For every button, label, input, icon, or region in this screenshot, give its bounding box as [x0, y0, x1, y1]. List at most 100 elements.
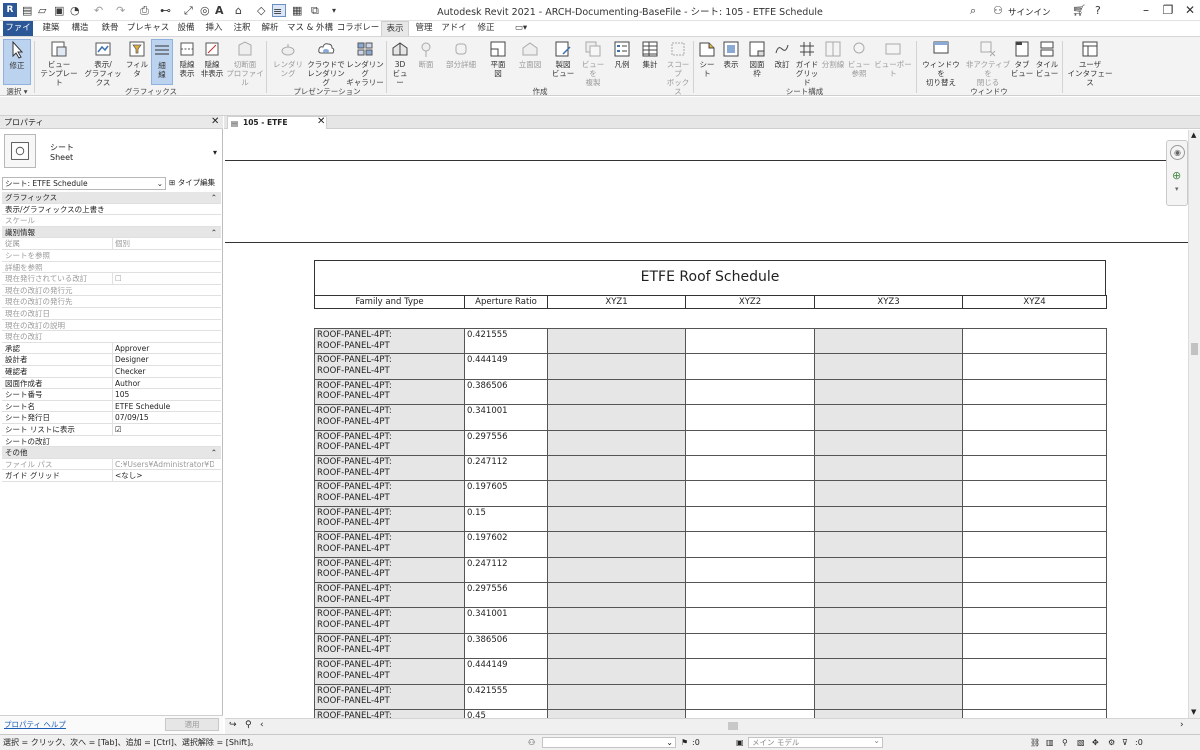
tab-view[interactable]: 表示 — [381, 21, 409, 36]
workset-dropdown[interactable]: ⌄ — [542, 737, 676, 748]
section-icon[interactable]: ◇ — [257, 4, 265, 17]
select-pinned-icon[interactable]: ⚲ — [1062, 735, 1068, 750]
property-section-header[interactable]: グラフィックス ⌃ — [2, 192, 221, 204]
aperture-ratio-cell[interactable]: 0.45 — [464, 710, 548, 718]
xyz-cell[interactable] — [814, 329, 963, 355]
xyz-cell[interactable] — [547, 456, 686, 482]
vertical-scrollbar[interactable]: ▲ ▼ — [1188, 130, 1200, 718]
xyz-cell[interactable] — [962, 506, 1107, 533]
zoom-icon[interactable]: ⊕ — [1172, 169, 1181, 182]
tab-structure[interactable]: 構造 — [66, 21, 94, 36]
filters-button[interactable]: フィルタ — [125, 39, 149, 85]
aperture-ratio-cell[interactable]: 0.341001 — [464, 608, 548, 634]
tab-manage[interactable]: 管理 — [410, 21, 438, 36]
undo-icon[interactable]: ↶ — [94, 4, 103, 17]
property-row[interactable]: 現在の改訂 — [2, 331, 221, 343]
tab-systems[interactable]: 設備 — [172, 21, 200, 36]
tab-analyze[interactable]: 解析 — [256, 21, 284, 36]
family-type-cell[interactable]: ROOF-PANEL-4PT:ROOF-PANEL-4PT — [314, 456, 465, 482]
property-row[interactable]: ガイド グリッド <なし> — [2, 470, 221, 482]
xyz-cell[interactable] — [814, 608, 963, 634]
family-type-cell[interactable]: ROOF-PANEL-4PT:ROOF-PANEL-4PT — [314, 532, 465, 558]
xyz-cell[interactable] — [962, 481, 1107, 507]
open-folder-icon[interactable]: ▱ — [38, 4, 46, 17]
xyz-cell[interactable] — [962, 608, 1107, 634]
elevation-button[interactable]: 立面図 — [515, 39, 545, 85]
xyz-cell[interactable] — [547, 583, 686, 609]
tab-file[interactable]: ファイル — [3, 21, 33, 48]
xyz-cell[interactable] — [547, 684, 686, 710]
schedules-button[interactable]: 集計 — [637, 39, 663, 85]
worksets-icon[interactable]: ⚇ — [528, 735, 535, 750]
view-scale-icon[interactable]: ↪ — [229, 720, 237, 730]
xyz-cell[interactable] — [962, 430, 1107, 456]
scroll-right-icon[interactable]: › — [1180, 720, 1184, 730]
xyz-cell[interactable] — [962, 684, 1107, 710]
xyz-cell[interactable] — [685, 430, 815, 456]
select-group-label[interactable]: 選択 ▾ — [0, 86, 34, 96]
family-type-cell[interactable]: ROOF-PANEL-4PT:ROOF-PANEL-4PT — [314, 608, 465, 634]
place-view-button[interactable]: 表示 — [720, 39, 742, 85]
xyz-cell[interactable] — [962, 379, 1107, 406]
property-row[interactable]: 現在の改訂の説明 — [2, 320, 221, 332]
xyz-cell[interactable] — [547, 379, 686, 406]
xyz-cell[interactable] — [962, 583, 1107, 609]
show-hidden-lines-button[interactable]: 隠線 表示 — [175, 39, 199, 85]
xyz-cell[interactable] — [814, 583, 963, 609]
cart-icon[interactable]: 🛒︎ — [1072, 4, 1086, 17]
3d-view-button[interactable]: 3D ビュー — [389, 39, 411, 87]
xyz-cell[interactable] — [962, 557, 1107, 583]
collapse-section-icon[interactable]: ⌃ — [211, 227, 217, 238]
property-row[interactable]: 現在の改訂の発行先 — [2, 296, 221, 308]
xyz-cell[interactable] — [547, 354, 686, 380]
select-by-face-icon[interactable]: ▧ — [1077, 735, 1085, 750]
property-row[interactable]: シートの改訂編集... — [2, 436, 221, 448]
sheet-button[interactable]: シート — [696, 39, 718, 85]
scope-box-button[interactable]: スコープ ボックス — [665, 39, 691, 96]
property-value[interactable]: Designer — [112, 354, 214, 366]
property-row[interactable]: シート発行日 07/09/15 — [2, 412, 221, 424]
user-interface-button[interactable]: ユーザ インタフェース — [1066, 39, 1114, 87]
drafting-view-button[interactable]: 製図 ビュー — [549, 39, 577, 85]
aperture-ratio-cell[interactable]: 0.386506 — [464, 379, 548, 406]
revisions-button[interactable]: 改訂 — [771, 39, 793, 85]
thin-lines-button[interactable]: 細線 — [151, 39, 173, 85]
tab-massing[interactable]: マス & 外構 — [284, 21, 336, 36]
xyz-cell[interactable] — [685, 557, 815, 583]
xyz-cell[interactable] — [685, 405, 815, 431]
collapse-section-icon[interactable]: ⌃ — [211, 447, 217, 458]
xyz-cell[interactable] — [814, 557, 963, 583]
aperture-ratio-cell[interactable]: 0.421555 — [464, 329, 548, 355]
xyz-cell[interactable] — [685, 456, 815, 482]
xyz-cell[interactable] — [962, 354, 1107, 380]
family-type-cell[interactable]: ROOF-PANEL-4PT:ROOF-PANEL-4PT — [314, 430, 465, 456]
title-block-button[interactable]: 図面枠 — [745, 39, 769, 85]
xyz-cell[interactable] — [814, 354, 963, 380]
property-value[interactable]: <なし> — [112, 470, 214, 482]
properties-help-link[interactable]: プロパティ ヘルプ — [4, 719, 66, 730]
steering-wheel-icon[interactable]: ◉ — [1170, 145, 1185, 160]
property-value[interactable]: 105 — [112, 389, 214, 401]
apply-button[interactable]: 適用 — [165, 718, 219, 731]
aperture-ratio-cell[interactable]: 0.444149 — [464, 659, 548, 685]
scroll-down-icon[interactable]: ▼ — [1191, 708, 1196, 716]
property-row[interactable]: 承認 Approver — [2, 342, 221, 355]
xyz-cell[interactable] — [685, 633, 815, 660]
design-option-dropdown[interactable]: メイン モデル ⌄ — [748, 736, 883, 748]
aperture-ratio-cell[interactable]: 0.197602 — [464, 532, 548, 558]
aperture-ratio-cell[interactable]: 0.15 — [464, 506, 548, 533]
scroll-thumb[interactable] — [1191, 343, 1198, 355]
property-row[interactable]: シート名 ETFE Schedule — [2, 400, 221, 413]
property-value[interactable]: ETFE Schedule — [112, 400, 214, 412]
property-value[interactable]: Checker — [112, 366, 214, 377]
zoom-dropdown-icon[interactable]: ▾ — [1175, 185, 1179, 193]
switch-windows-icon[interactable]: ⧉ — [311, 4, 319, 17]
redo-icon[interactable]: ↷ — [116, 4, 125, 17]
select-underlay-icon[interactable]: ▥ — [1046, 735, 1054, 750]
search-icon[interactable]: ⌕ — [970, 4, 976, 17]
view-tab-etfe-schedule[interactable]: ▤ 105 - ETFE Schedule ✕ — [227, 116, 327, 139]
family-type-cell[interactable]: ROOF-PANEL-4PT:ROOF-PANEL-4PT — [314, 583, 465, 609]
family-type-cell[interactable]: ROOF-PANEL-4PT:ROOF-PANEL-4PT — [314, 710, 465, 718]
pin-icon[interactable]: ⚲ — [245, 720, 252, 730]
xyz-cell[interactable] — [685, 684, 815, 710]
